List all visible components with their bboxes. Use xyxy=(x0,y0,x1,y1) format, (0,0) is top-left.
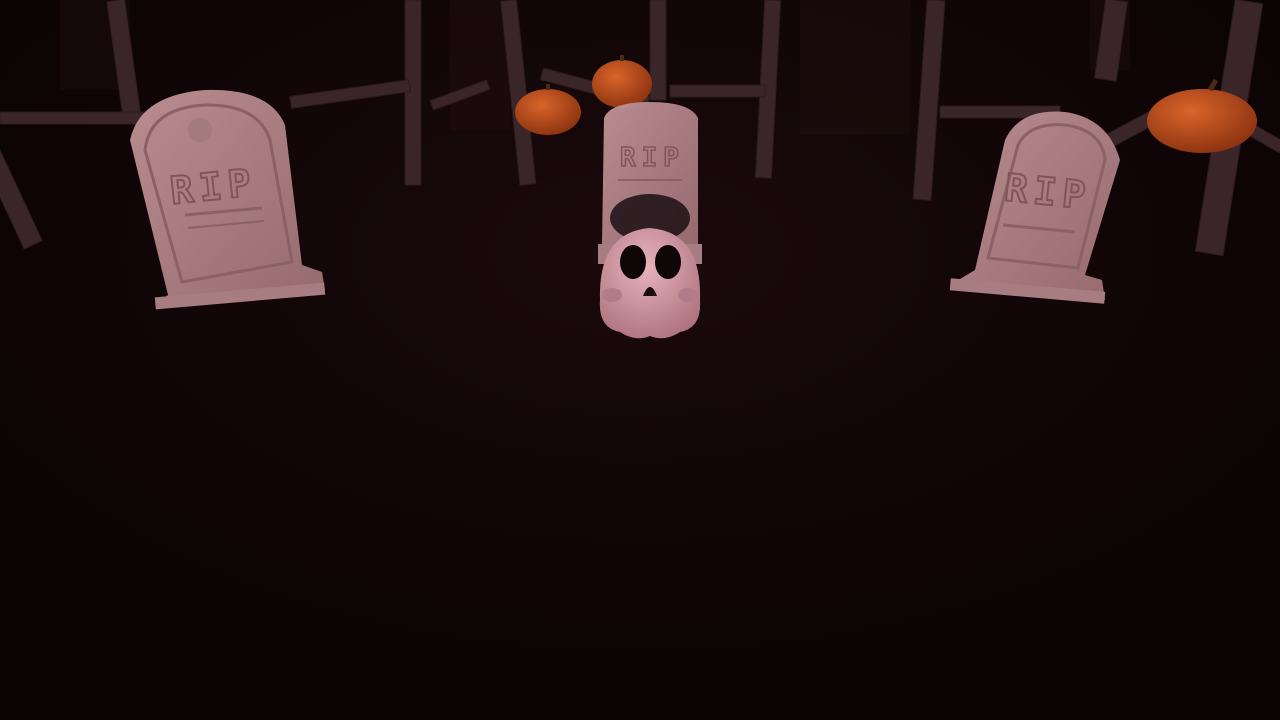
tombstone-right-engraving: RIP xyxy=(1003,165,1094,218)
scene-canvas: RIP RIP RIP xyxy=(0,0,1280,720)
tombstone-left-engraving: RIP xyxy=(168,160,259,213)
ghost-character[interactable] xyxy=(599,194,701,339)
game-viewport[interactable]: RIP RIP RIP xyxy=(0,0,1280,720)
tombstone-center-engraving: RIP xyxy=(620,143,685,173)
